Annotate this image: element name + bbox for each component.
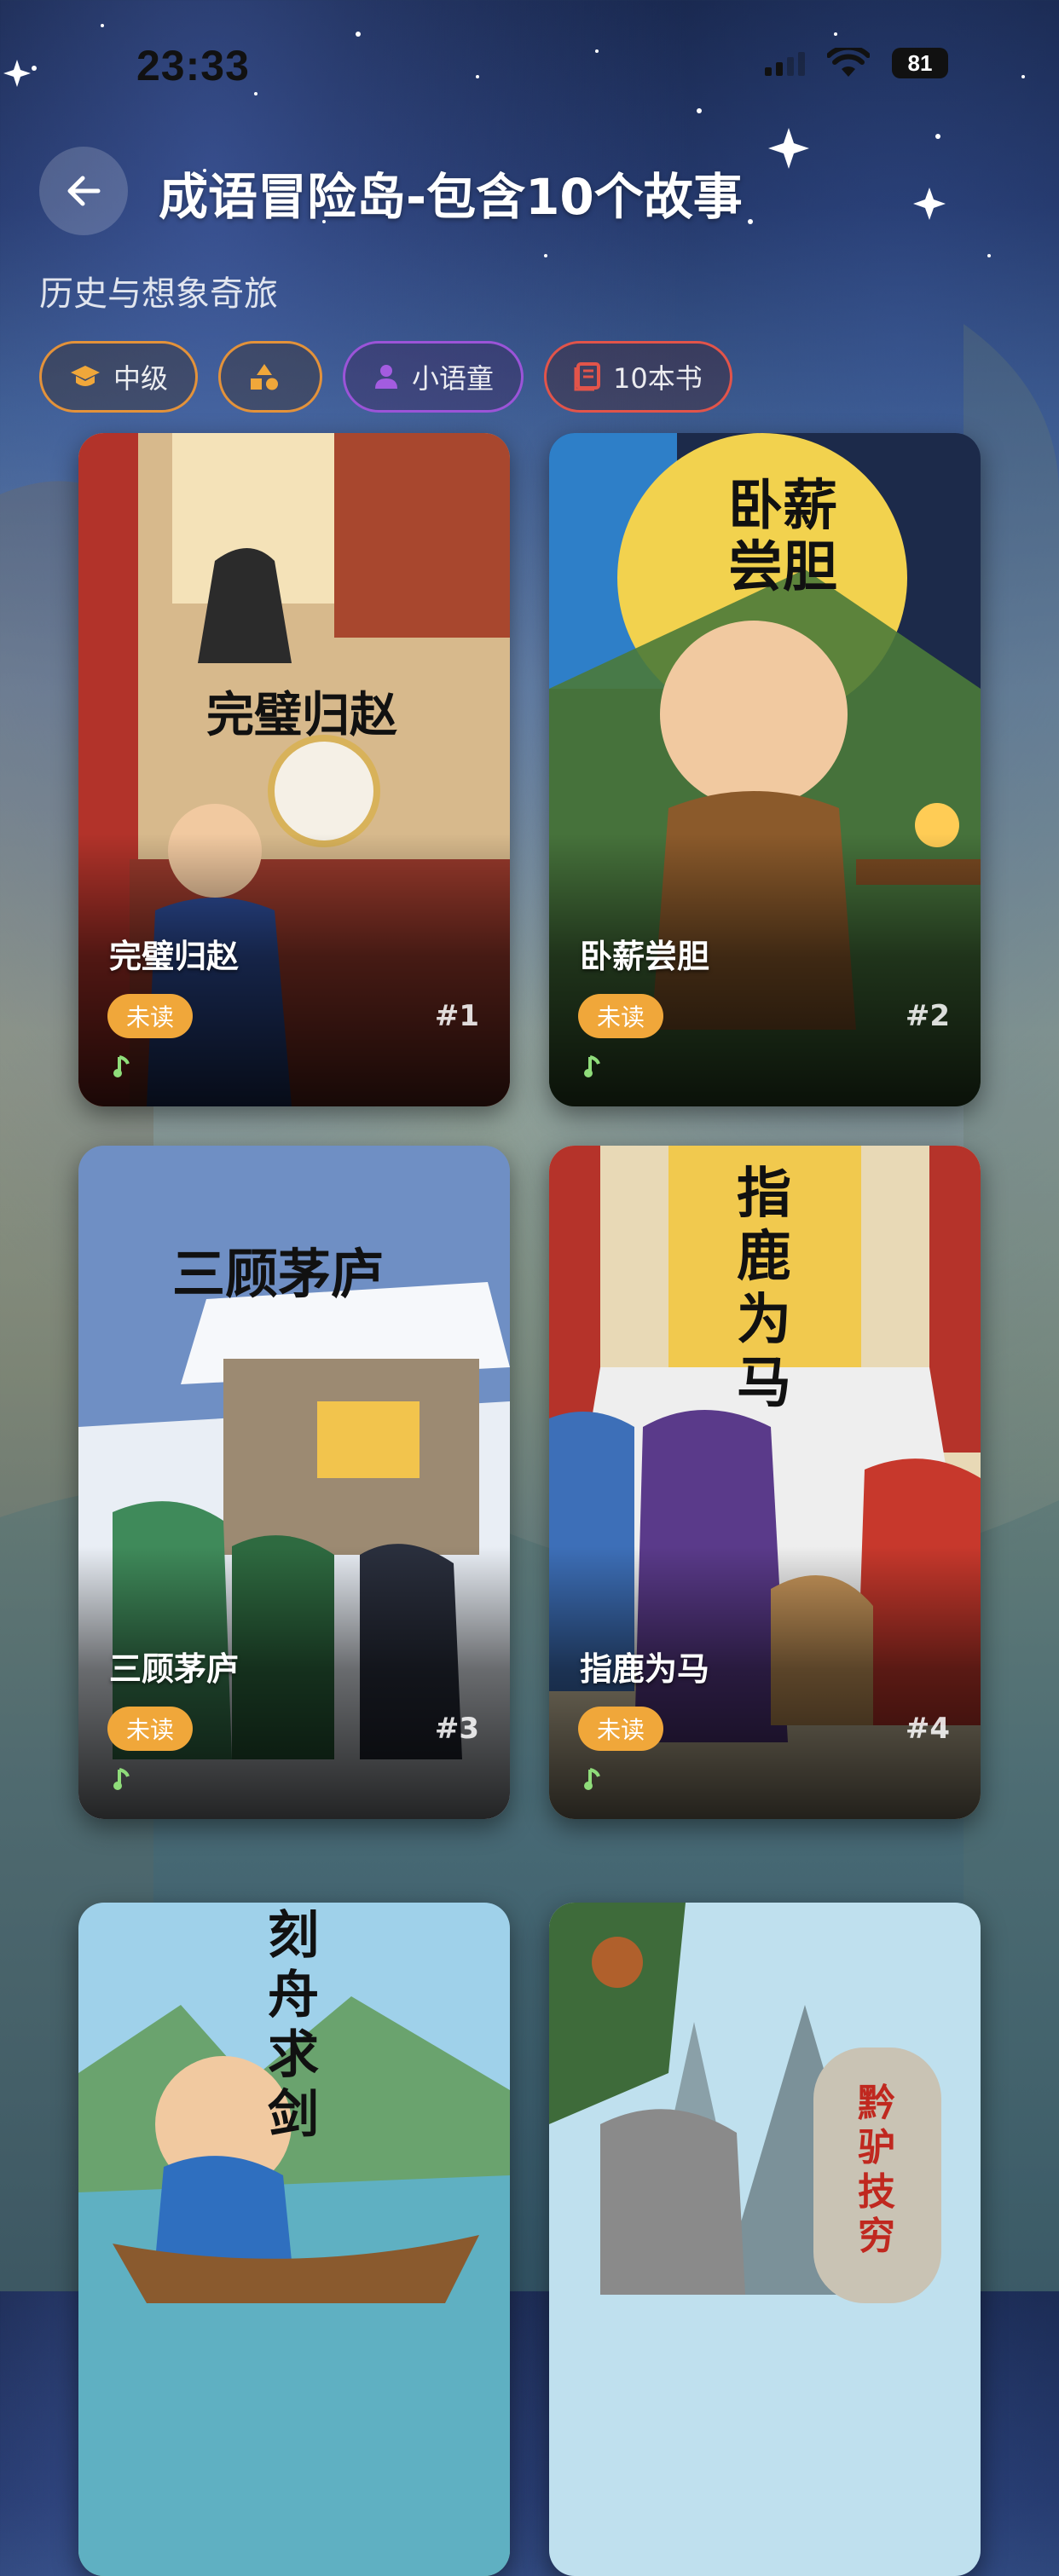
cover-caption: 指鹿为马	[737, 1162, 791, 1415]
cover-caption: 卧薪尝胆	[728, 474, 837, 599]
story-title: 完璧归赵	[109, 938, 240, 975]
story-card[interactable]: 黔驴技穷	[549, 1903, 981, 2576]
story-number: #4	[905, 1712, 950, 1746]
story-card[interactable]: 指鹿为马 指鹿为马 未读 #4	[549, 1146, 981, 1819]
level-chip-label: 中级	[113, 362, 169, 395]
level-chip[interactable]: 中级	[39, 341, 199, 413]
book-count-chip[interactable]: 10本书	[544, 341, 732, 413]
page-subtitle: 历史与想象奇旅	[39, 274, 278, 314]
book-icon	[574, 362, 601, 391]
cover-caption: 完璧归赵	[206, 687, 397, 743]
story-card[interactable]: 完璧归赵 完璧归赵 未读 #1	[78, 433, 510, 1106]
story-card[interactable]: 刻舟求剑	[78, 1903, 510, 2576]
story-title: 三顾茅庐	[109, 1650, 240, 1688]
story-number: #1	[434, 999, 479, 1033]
music-note-icon	[584, 1768, 600, 1790]
music-note-icon	[584, 1055, 600, 1077]
back-button[interactable]	[39, 147, 128, 235]
music-note-icon	[113, 1055, 130, 1077]
unread-badge: 未读	[578, 994, 664, 1038]
shapes-icon	[248, 362, 281, 391]
unread-badge: 未读	[578, 1707, 664, 1751]
story-cover-image	[549, 1903, 981, 2576]
unread-badge: 未读	[107, 1707, 194, 1751]
music-note-icon	[113, 1768, 130, 1790]
graduation-cap-icon	[69, 364, 101, 390]
page-title: 成语冒险岛-包含10个故事	[159, 168, 743, 226]
unread-badge: 未读	[107, 994, 194, 1038]
cover-caption: 刻舟求剑	[268, 1906, 319, 2145]
arrow-left-icon	[67, 176, 101, 206]
category-chip[interactable]	[218, 341, 323, 413]
audience-chip-label: 小语童	[412, 362, 495, 395]
story-card[interactable]: 卧薪尝胆 卧薪尝胆 未读 #2	[549, 433, 981, 1106]
status-icons: 81	[765, 48, 948, 78]
info-chips: 中级 小语童 10本书	[39, 341, 732, 413]
book-count-chip-label: 10本书	[613, 362, 703, 395]
story-title: 卧薪尝胆	[580, 938, 710, 975]
wifi-icon	[827, 48, 870, 77]
person-icon	[373, 363, 400, 390]
cellular-signal-icon	[765, 50, 805, 76]
status-time: 23:33	[136, 42, 250, 90]
story-number: #2	[905, 999, 950, 1033]
story-title: 指鹿为马	[580, 1650, 710, 1688]
cover-caption: 三顾茅庐	[172, 1243, 385, 1305]
audience-chip[interactable]: 小语童	[343, 341, 524, 413]
story-card[interactable]: 三顾茅庐 三顾茅庐 未读 #3	[78, 1146, 510, 1819]
cover-caption: 黔驴技穷	[858, 2082, 895, 2258]
battery-indicator: 81	[892, 48, 948, 78]
story-number: #3	[434, 1712, 479, 1746]
